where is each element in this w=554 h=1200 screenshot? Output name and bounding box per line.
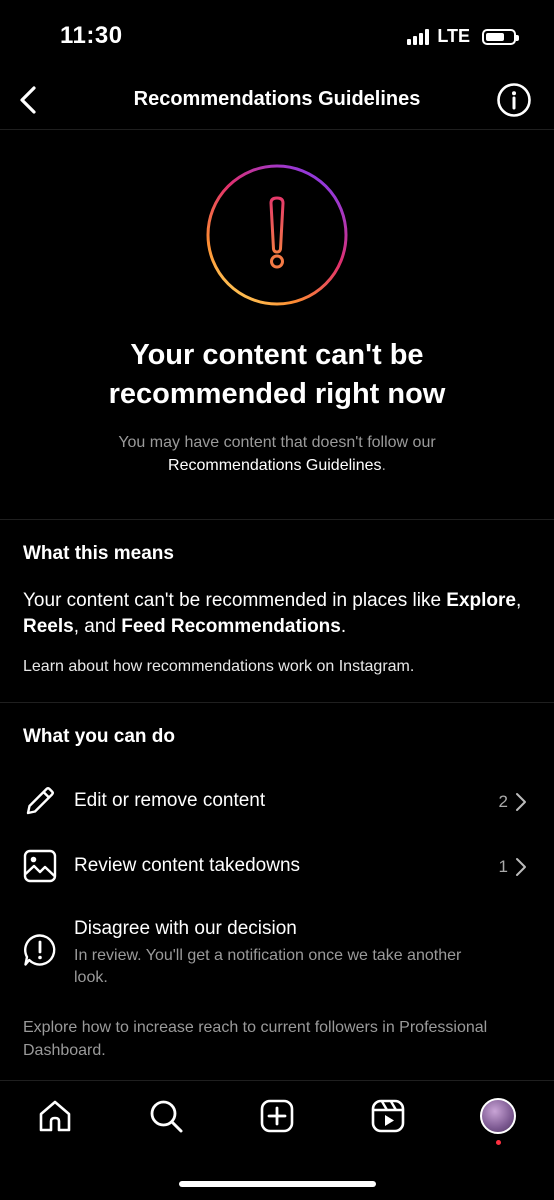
signal-icon [407, 28, 430, 45]
subtitle-period: . [381, 457, 386, 474]
home-indicator [179, 1181, 376, 1187]
tab-search[interactable] [146, 1096, 186, 1136]
info-button[interactable] [496, 82, 532, 118]
warning-icon [206, 164, 348, 306]
status-indicators: LTE [407, 26, 519, 47]
pencil-icon [26, 787, 54, 815]
explore-label: Explore [446, 590, 516, 611]
review-takedowns-row[interactable]: Review content takedowns 1 [0, 844, 554, 890]
image-icon [23, 849, 57, 883]
takedowns-count: 1 [498, 857, 508, 876]
what-you-can-do-section: What you can do Edit or remove content 2… [0, 703, 554, 1081]
chevron-right-icon [516, 858, 526, 876]
hero-subtitle: You may have content that doesn't follow… [40, 431, 514, 477]
hero-section: Your content can't be recommended right … [0, 130, 554, 520]
what-this-means-heading: What this means [23, 543, 174, 564]
alert-bubble-icon [24, 934, 56, 966]
disagree-decision-description: In review. You'll get a notification onc… [74, 947, 462, 986]
separator: , and [73, 616, 122, 637]
edit-count: 2 [498, 792, 508, 811]
feed-recommendations-label: Feed Recommendations [121, 616, 341, 637]
disagree-decision-row[interactable]: Disagree with our decision In review. Yo… [0, 913, 554, 993]
body-period: . [340, 616, 347, 637]
nav-header: Recommendations Guidelines [0, 74, 554, 130]
info-icon [497, 83, 531, 117]
hero-title: Your content can't be recommended right … [40, 336, 514, 414]
search-icon [150, 1100, 183, 1133]
learn-more-link[interactable]: Learn about how recommendations work on … [23, 658, 414, 676]
status-time: 11:30 [60, 22, 123, 49]
hero-title-line2: recommended right now [108, 378, 446, 410]
what-this-means-section: What this means Your content can't be re… [0, 520, 554, 703]
tab-reels[interactable] [368, 1096, 408, 1136]
guidelines-link[interactable]: Recommendations Guidelines [168, 457, 381, 474]
reels-label: Reels [23, 616, 74, 637]
professional-dashboard-link[interactable]: Explore how to increase reach to current… [23, 1016, 514, 1062]
network-label: LTE [437, 26, 470, 46]
edit-remove-content-row[interactable]: Edit or remove content 2 [0, 779, 554, 825]
page-title: Recommendations Guidelines [133, 88, 421, 110]
separator: , [516, 590, 522, 611]
what-this-means-body: Your content can't be recommended in pla… [23, 588, 531, 640]
battery-icon [482, 28, 519, 45]
notification-dot [496, 1140, 501, 1145]
create-icon [260, 1099, 294, 1133]
hero-subtitle-line1: You may have content that doesn't follow… [118, 434, 436, 451]
what-you-can-do-heading: What you can do [23, 726, 175, 747]
chevron-right-icon [516, 793, 526, 811]
avatar [480, 1098, 516, 1134]
tab-create[interactable] [257, 1096, 297, 1136]
review-takedowns-label: Review content takedowns [74, 855, 301, 876]
reels-icon [371, 1099, 405, 1133]
home-icon [39, 1100, 71, 1132]
tab-profile[interactable] [478, 1096, 518, 1145]
tab-home[interactable] [35, 1096, 75, 1136]
disagree-decision-label: Disagree with our decision [74, 918, 297, 939]
hero-title-line1: Your content can't be [130, 339, 424, 371]
bottom-tab-bar [0, 1082, 554, 1200]
body-text: Your content can't be recommended in pla… [23, 590, 447, 611]
edit-remove-content-label: Edit or remove content [74, 790, 266, 811]
status-bar: 11:30 LTE [0, 0, 554, 74]
